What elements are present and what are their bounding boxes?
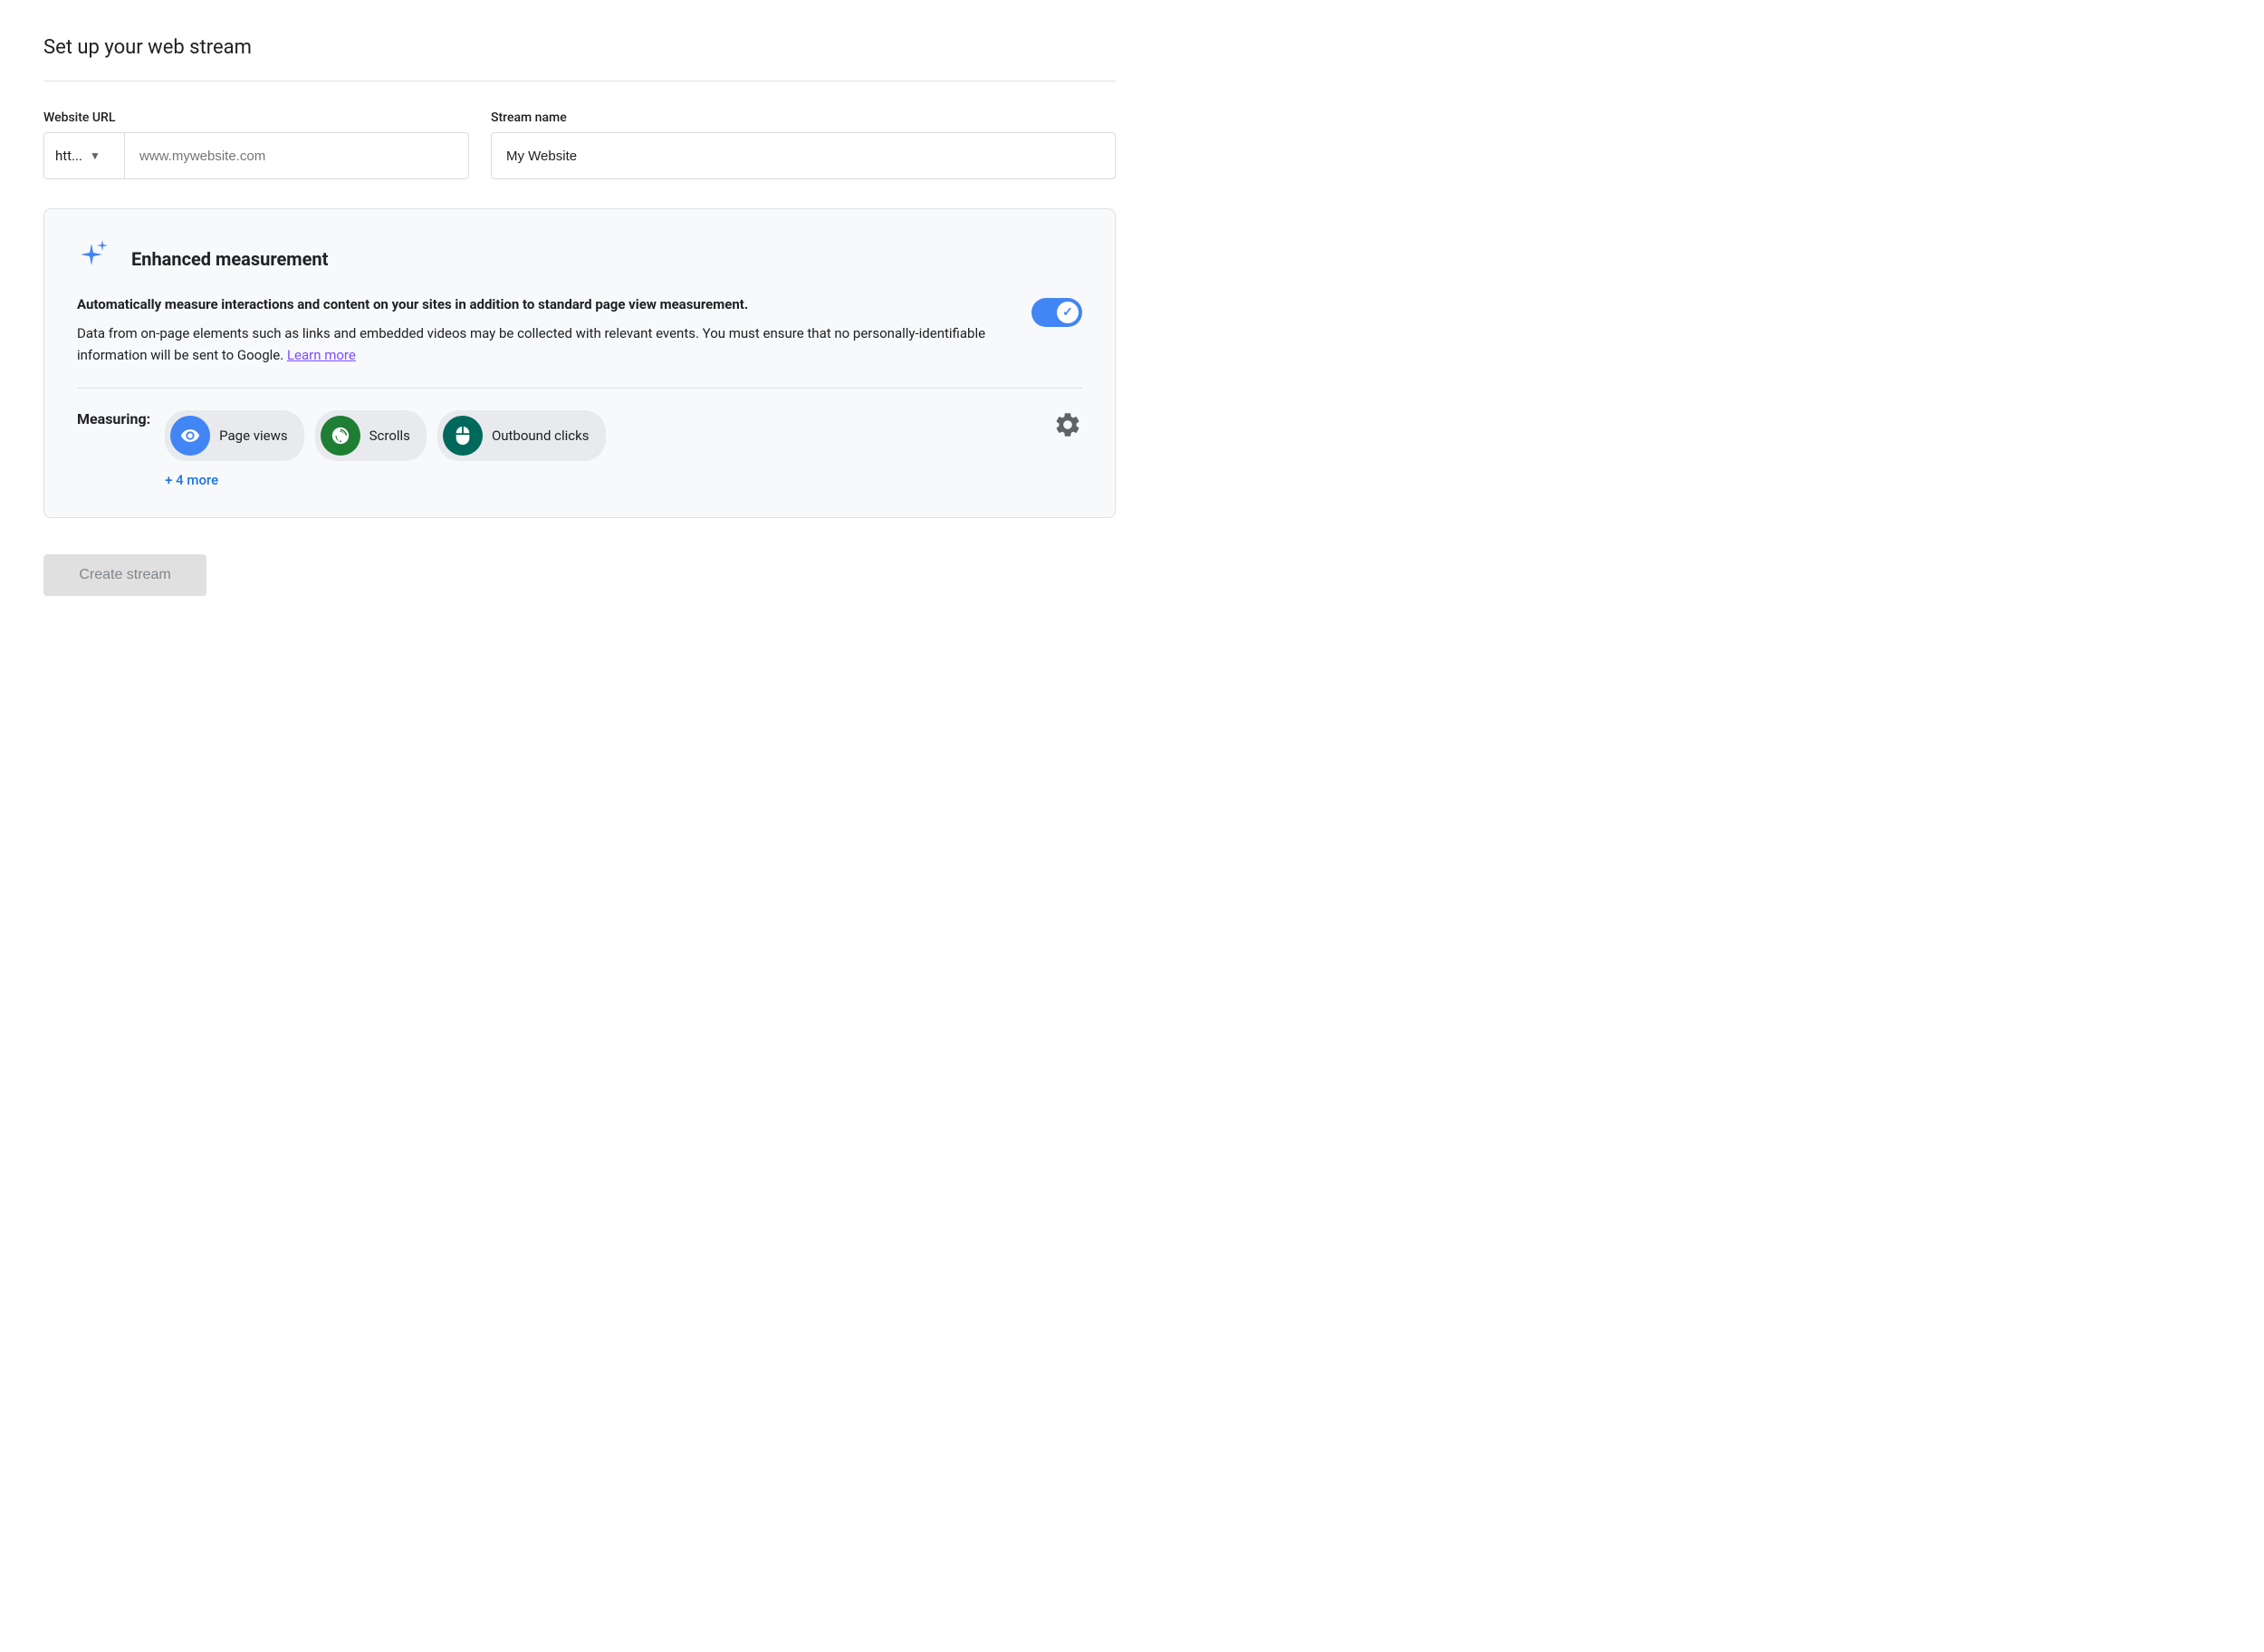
enhanced-measurement-card: Enhanced measurement Automatically measu… — [43, 208, 1116, 518]
toggle-track: ✓ — [1031, 298, 1082, 327]
measuring-outer: Measuring: Page views — [77, 410, 1082, 488]
measuring-label: Measuring: — [77, 410, 150, 427]
more-link[interactable]: + 4 more — [165, 472, 1039, 488]
chip-scrolls[interactable]: Scrolls — [315, 410, 427, 461]
measuring-chips: Page views Scrolls — [165, 410, 1039, 461]
learn-more-link[interactable]: Learn more — [287, 347, 356, 363]
description-normal: Data from on-page elements such as links… — [77, 322, 1010, 366]
eye-icon — [180, 426, 200, 446]
measuring-content: Page views Scrolls — [165, 410, 1039, 488]
page-views-label: Page views — [219, 427, 288, 444]
card-header: Enhanced measurement — [77, 238, 1082, 280]
stream-name-input[interactable] — [491, 132, 1116, 179]
mouse-icon — [453, 426, 473, 446]
enhanced-toggle-wrapper: ✓ — [1031, 294, 1082, 327]
enhanced-measurement-toggle[interactable]: ✓ — [1031, 298, 1082, 327]
page-views-icon-bg — [170, 416, 210, 456]
scrolls-icon-bg — [321, 416, 360, 456]
outbound-clicks-label: Outbound clicks — [492, 427, 590, 444]
description-bold: Automatically measure interactions and c… — [77, 294, 1010, 315]
card-description: Automatically measure interactions and c… — [77, 294, 1010, 366]
card-divider — [77, 388, 1082, 389]
stream-name-label: Stream name — [491, 110, 1116, 125]
url-label: Website URL — [43, 110, 469, 125]
create-stream-button[interactable]: Create stream — [43, 554, 206, 596]
card-body: Automatically measure interactions and c… — [77, 294, 1082, 366]
stream-name-field-group: Stream name — [491, 110, 1116, 179]
url-field-group: Website URL htt... ▼ — [43, 110, 469, 179]
form-row: Website URL htt... ▼ Stream name — [43, 110, 1116, 179]
url-input[interactable] — [125, 132, 469, 179]
enhanced-measurement-title: Enhanced measurement — [131, 248, 328, 270]
chip-page-views[interactable]: Page views — [165, 410, 304, 461]
settings-gear-icon[interactable] — [1053, 410, 1082, 446]
toggle-thumb: ✓ — [1057, 302, 1079, 323]
chip-outbound-clicks[interactable]: Outbound clicks — [437, 410, 606, 461]
scrolls-label: Scrolls — [369, 427, 410, 444]
chevron-down-icon: ▼ — [90, 149, 101, 162]
check-icon: ✓ — [1062, 305, 1073, 320]
section-divider — [43, 81, 1116, 82]
protocol-value: htt... — [55, 148, 82, 164]
page-title: Set up your web stream — [43, 36, 1116, 59]
url-input-row: htt... ▼ — [43, 132, 469, 179]
sparkle-icon — [77, 238, 113, 280]
compass-icon — [331, 426, 350, 446]
protocol-dropdown[interactable]: htt... ▼ — [43, 132, 125, 179]
outbound-clicks-icon-bg — [443, 416, 483, 456]
